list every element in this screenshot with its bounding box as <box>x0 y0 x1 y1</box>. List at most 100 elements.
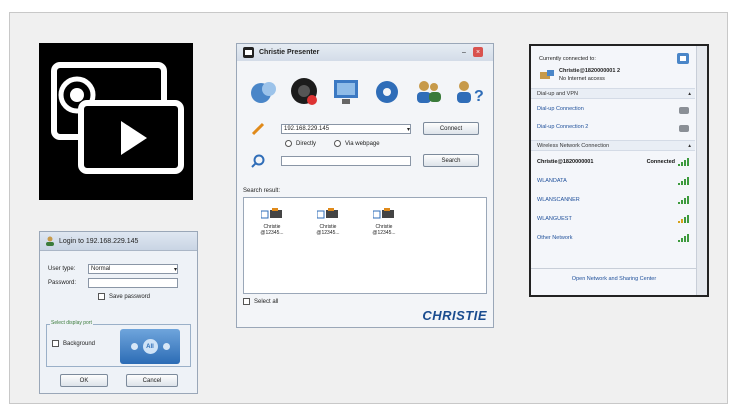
network-icon <box>540 70 554 79</box>
camera-icon <box>290 78 317 105</box>
search-button[interactable]: Search <box>423 154 479 167</box>
vertical-scrollbar[interactable] <box>696 46 707 295</box>
projector-screen-icon <box>51 62 184 174</box>
login-dialog: Login to 192.168.229.145 User type: Norm… <box>39 231 198 394</box>
monitor-tool[interactable] <box>329 75 363 109</box>
port-center[interactable]: All <box>142 339 158 354</box>
chevron-up-icon: ▴ <box>688 90 691 97</box>
dialup-modem-icon <box>679 106 689 114</box>
connect-button[interactable]: Connect <box>423 122 479 135</box>
wireless-status: Connected <box>646 159 675 165</box>
login-title: Login to 192.168.229.145 <box>59 237 139 245</box>
signal-bars-warning-icon <box>678 215 689 223</box>
presenter-toolbar: ? <box>237 68 495 116</box>
search-network-tool[interactable] <box>247 75 281 109</box>
network-settings-icon[interactable] <box>677 53 689 64</box>
directly-label: Directly <box>296 140 317 147</box>
password-field[interactable] <box>88 278 178 288</box>
display-port-selector[interactable]: All <box>120 329 180 364</box>
gear-icon <box>375 81 398 103</box>
wireless-item[interactable]: WLANDATA <box>537 174 689 188</box>
cancel-button[interactable]: Cancel <box>126 374 178 387</box>
user-type-value: Normal <box>91 266 111 272</box>
wireless-item-label: Other Network <box>537 235 573 241</box>
wireless-item-label: WLANSCANNER <box>537 197 580 203</box>
password-label: Password: <box>48 280 77 286</box>
device-id: @12345... <box>372 230 396 236</box>
background-checkbox[interactable] <box>52 340 59 347</box>
device-id: @12345... <box>316 230 340 236</box>
network-sharing-link[interactable]: Open Network and Sharing Center <box>531 276 697 282</box>
christie-logo: CHRISTIE <box>422 308 487 323</box>
dialup-section-header[interactable]: Dial-up and VPN ▴ <box>531 88 695 99</box>
dialup-item-label: Dial-up Connection 2 <box>537 124 589 130</box>
app-logo-icon <box>243 47 254 58</box>
users-tool[interactable] <box>411 75 445 109</box>
current-network-name: Christie@1820000001 2 <box>559 68 621 74</box>
ip-address-select[interactable]: 192.168.229.145 ▾ <box>281 124 411 134</box>
wireless-section-header[interactable]: Wireless Network Connection ▴ <box>531 140 695 151</box>
device-item[interactable]: Christie @12345... <box>252 208 292 236</box>
help-tool[interactable]: ? <box>452 75 486 109</box>
via-webpage-label: Via webpage <box>345 140 380 147</box>
device-item[interactable]: Christie @12345... <box>308 208 348 236</box>
device-id: @12345... <box>260 230 284 236</box>
ip-address-value: 192.168.229.145 <box>284 126 330 132</box>
wireless-item-connected[interactable]: Christie@1820000001 Connected <box>537 155 689 169</box>
login-titlebar: Login to 192.168.229.145 <box>40 232 197 251</box>
save-password-checkbox[interactable] <box>98 293 105 300</box>
search-input[interactable] <box>281 156 411 166</box>
projector-device-icon <box>316 208 338 219</box>
presenter-title: Christie Presenter <box>259 49 320 56</box>
signal-bars-icon <box>678 234 689 242</box>
directly-radio[interactable] <box>285 140 292 147</box>
users-icon <box>416 81 441 103</box>
footer-divider <box>531 268 697 269</box>
camera-tool[interactable] <box>288 75 322 109</box>
dialup-item[interactable]: Dial-up Connection 2 <box>537 120 689 134</box>
port-left-dot[interactable] <box>130 343 138 350</box>
search-icon <box>251 154 265 168</box>
wireless-item-label: WLANGUEST <box>537 216 572 222</box>
chevron-down-icon: ▾ <box>173 266 177 273</box>
ok-button[interactable]: OK <box>60 374 108 387</box>
wireless-section-label: Wireless Network Connection <box>537 142 610 149</box>
wireless-item[interactable]: WLANGUEST <box>537 212 689 226</box>
wireless-item[interactable]: WLANSCANNER <box>537 193 689 207</box>
signal-bars-icon <box>678 177 689 185</box>
settings-tool[interactable] <box>370 75 404 109</box>
monitor-icon <box>333 80 358 104</box>
projector-device-icon <box>260 208 282 219</box>
projector-presentation-tile <box>39 43 193 200</box>
network-flyout: Currently connected to: Christie@1820000… <box>529 44 709 297</box>
display-port-label: Select display port <box>50 320 93 326</box>
chevron-up-icon: ▴ <box>688 142 691 149</box>
search-result-label: Search result: <box>243 188 281 194</box>
dialup-item[interactable]: Dial-up Connection <box>537 102 689 116</box>
select-all-label: Select all <box>254 298 279 305</box>
device-item[interactable]: Christie @12345... <box>364 208 404 236</box>
chevron-down-icon: ▾ <box>406 126 410 133</box>
signal-bars-icon <box>678 196 689 204</box>
current-network-status: No Internet access <box>559 76 605 82</box>
user-icon <box>46 236 54 246</box>
projector-device-icon <box>372 208 394 219</box>
select-all-checkbox[interactable] <box>243 298 250 305</box>
save-password-label: Save password <box>109 293 151 300</box>
background-label: Background <box>63 340 96 347</box>
wireless-item-label: Christie@1820000001 <box>537 159 594 165</box>
help-icon: ? <box>456 81 483 105</box>
port-right-dot[interactable] <box>162 343 170 350</box>
pencil-icon <box>251 122 265 136</box>
presenter-titlebar: Christie Presenter – × <box>237 44 493 61</box>
dialup-item-label: Dial-up Connection <box>537 106 584 112</box>
via-webpage-radio[interactable] <box>334 140 342 147</box>
canvas: Login to 192.168.229.145 User type: Norm… <box>0 0 736 412</box>
dialup-modem-icon <box>679 124 689 132</box>
user-type-select[interactable]: Normal ▾ <box>88 264 178 274</box>
minimize-icon[interactable]: – <box>459 47 469 57</box>
search-result-list: Christie @12345... Christie @12345... Ch… <box>243 197 487 294</box>
wireless-item[interactable]: Other Network <box>537 231 689 245</box>
user-type-label: User type: <box>48 266 76 272</box>
close-icon[interactable]: × <box>473 47 483 57</box>
